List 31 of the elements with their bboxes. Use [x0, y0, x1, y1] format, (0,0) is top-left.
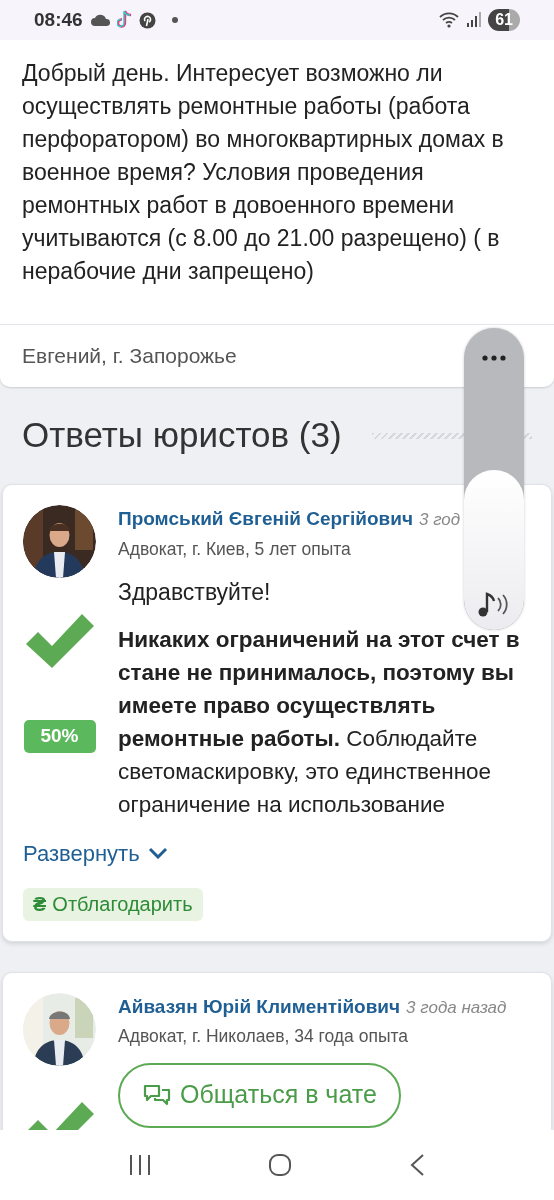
lawyer-name[interactable]: Промський Євгеній Сергійович: [118, 505, 413, 534]
more-icon[interactable]: [482, 355, 506, 361]
home-icon[interactable]: [268, 1153, 292, 1177]
music-note-icon: [116, 10, 133, 30]
clock: 08:46: [34, 7, 83, 32]
answer-time: 3 года назад: [406, 996, 507, 1019]
expand-link[interactable]: Развернуть: [23, 836, 168, 870]
volume-slider[interactable]: [464, 328, 524, 630]
back-icon[interactable]: [409, 1153, 426, 1177]
answer-time: 3 год: [419, 509, 461, 531]
cloud-icon: [90, 14, 111, 26]
pin-icon: [138, 11, 156, 29]
section-heading: Ответы юристов (3): [22, 414, 342, 457]
dot-icon: [171, 17, 178, 23]
signal-icon: [466, 12, 483, 28]
wifi-icon: [438, 11, 461, 29]
sound-icon: [477, 590, 511, 618]
chat-icon: [142, 1082, 172, 1108]
chevron-down-icon: [147, 847, 168, 860]
answer-greeting: Здравствуйте!: [118, 577, 271, 607]
lawyer-name[interactable]: Айвазян Юрій Климентійович: [118, 992, 401, 1022]
question-text: Добрый день. Интересует возможно ли осуществлять ремонтные работы (работа перфоратором) во многоквартирных домах в военное время? Условия проведения ремонтных работ в довоенного времени учитываются (с 8.00 до 21.00 разрещено) ( в нерабочие дни запрещено): [21, 59, 505, 286]
rating-badge: 50%: [23, 720, 96, 753]
lawyer-info: Адвокат, г. Николаев, 34 года опыта: [118, 1025, 409, 1049]
recent-apps-icon[interactable]: [128, 1154, 151, 1176]
lawyer-info: Адвокат, г. Киев, 5 лет опыта: [118, 537, 352, 561]
battery-indicator: 61: [488, 9, 520, 31]
chat-button[interactable]: Общаться в чате: [118, 1062, 401, 1128]
thank-button[interactable]: ₴ Отблагодарить: [23, 887, 203, 921]
answer-text: Никаких ограничений на этот счет в стане не принималось, поэтому вы имеете право осуществлять ремонтные работы. Соблюдайте светомаскировку, это единственное ограничение на использование: [118, 625, 521, 819]
currency-icon: ₴: [33, 889, 47, 920]
